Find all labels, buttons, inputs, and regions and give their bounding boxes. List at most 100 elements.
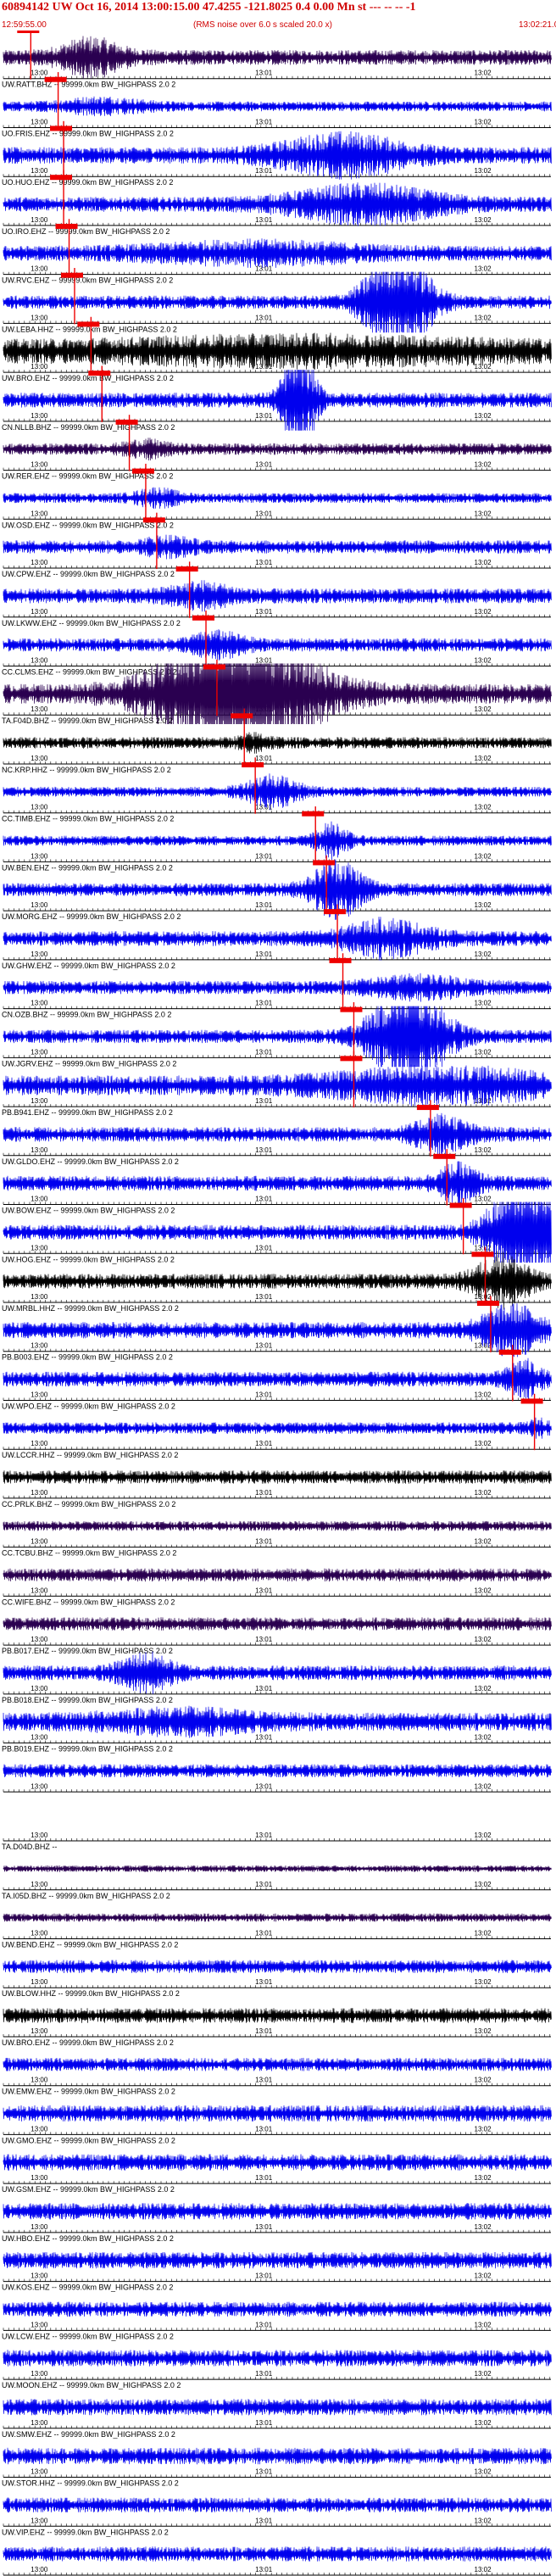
- time-tick-label: 13:01: [255, 2370, 273, 2378]
- pick-marker: [340, 1006, 363, 1012]
- time-tick-label: 13:00: [31, 1391, 48, 1398]
- trace-label: TA.I05D.BHZ -- 99999.0km BW_HIGHPASS 2.0…: [2, 1892, 170, 1900]
- time-tick-label: 13:01: [255, 2077, 273, 2084]
- time-tick-label: 13:01: [255, 167, 273, 175]
- waveform: [3, 773, 552, 811]
- time-tick-label: 13:02: [475, 461, 492, 469]
- time-tick-label: 13:01: [255, 265, 273, 273]
- pick-marker: [44, 76, 67, 82]
- pick-marker: [50, 175, 73, 181]
- waveform: [3, 238, 552, 269]
- waveform: [3, 332, 552, 370]
- time-tick-label: 13:01: [255, 2223, 273, 2231]
- waveform: [3, 36, 552, 80]
- trace-label: PB.B017.EHZ -- 99999.0km BW_HIGHPASS 2.0…: [2, 1647, 173, 1655]
- time-tick-label: 13:00: [31, 657, 48, 665]
- pick-marker: [471, 1252, 494, 1257]
- time-tick-label: 13:01: [255, 559, 273, 566]
- time-tick-label: 13:00: [31, 216, 48, 224]
- time-tick-label: 13:00: [31, 2174, 48, 2182]
- time-tick-label: 13:02: [475, 70, 492, 77]
- waveform: [3, 2105, 552, 2122]
- time-tick-label: 13:01: [255, 2517, 273, 2524]
- trace-label: PB.B941.EHZ -- 99999.0km BW_HIGHPASS 2.0…: [2, 1108, 173, 1117]
- time-tick-label: 13:01: [255, 2566, 273, 2573]
- trace-label: UW.BOW.EHZ -- 99999.0km BW_HIGHPASS 2.0 …: [2, 1207, 175, 1215]
- time-tick-label: 13:01: [255, 1391, 273, 1398]
- time-tick-label: 13:00: [31, 1293, 48, 1301]
- time-tick-label: 13:01: [255, 1538, 273, 1546]
- trace-label: UW.RVC.EHZ -- 99999.0km BW_HIGHPASS 2.0 …: [2, 276, 173, 285]
- trace-label: UW.MORG.EHZ -- 99999.0km BW_HIGHPASS 2.0…: [2, 912, 181, 921]
- time-tick-label: 13:02: [475, 804, 492, 811]
- trace-label: CC.CLMS.EHZ -- 99999.0km BW_HIGHPASS 2.0…: [2, 668, 177, 677]
- time-tick-label: 13:02: [475, 2517, 492, 2524]
- pick-marker: [520, 1398, 543, 1404]
- trace-label: CN.NLLB.BHZ -- 99999.0km BW_HIGHPASS 2.0…: [2, 423, 175, 432]
- time-tick-label: 13:01: [255, 1097, 273, 1105]
- trace-label: UW.BEND.EHZ -- 99999.0km BW_HIGHPASS 2.0…: [2, 1941, 178, 1949]
- waveform: [3, 2057, 552, 2071]
- time-tick-label: 13:02: [475, 1636, 492, 1643]
- time-tick-label: 13:00: [31, 1196, 48, 1203]
- time-tick-label: 13:02: [475, 2321, 492, 2328]
- pick-marker: [302, 811, 325, 817]
- time-tick-label: 13:01: [255, 755, 273, 762]
- time-tick-label: 13:02: [475, 2566, 492, 2573]
- time-tick-label: 13:02: [475, 755, 492, 762]
- time-tick-label: 13:00: [31, 1881, 48, 1888]
- time-tick-label: 13:02: [475, 2125, 492, 2133]
- trace-label: UW.GSM.EHZ -- 99999.0km BW_HIGHPASS 2.0 …: [2, 2185, 175, 2194]
- time-tick-label: 13:01: [255, 1048, 273, 1056]
- trace-label: CC.TIMB.EHZ -- 99999.0km BW_HIGHPASS 2.0…: [2, 815, 174, 823]
- time-tick-label: 13:01: [255, 1978, 273, 1986]
- trace-label: UW.LCCR.HHZ -- 99999.0km BW_HIGHPASS 2.0…: [2, 1451, 178, 1459]
- time-tick-label: 13:02: [475, 852, 492, 860]
- time-tick-label: 13:02: [475, 1881, 492, 1888]
- waveform: [3, 1161, 552, 1206]
- start-time: 12:59:55.00: [2, 20, 47, 30]
- pick-marker: [131, 468, 154, 474]
- waveform: [3, 629, 552, 661]
- trace-label: UW.MRBL.HHZ -- 99999.0km BW_HIGHPASS 2.0…: [2, 1304, 179, 1313]
- pick-marker: [203, 664, 225, 670]
- time-tick-label: 13:01: [255, 1489, 273, 1497]
- time-tick-label: 13:01: [255, 1000, 273, 1007]
- time-tick-label: 13:00: [31, 70, 48, 77]
- trace-label: UW.BRO.EHZ -- 99999.0km BW_HIGHPASS 2.0 …: [2, 2038, 174, 2047]
- pick-marker: [175, 566, 198, 572]
- waveform: [3, 821, 552, 861]
- time-tick-label: 13:02: [475, 118, 492, 125]
- trace-label: CC.PRLK.BHZ -- 99999.0km BW_HIGHPASS 2.0…: [2, 1500, 175, 1508]
- time-tick-label: 13:02: [475, 216, 492, 224]
- time-tick-label: 13:01: [255, 2468, 273, 2476]
- time-tick-label: 13:00: [31, 2517, 48, 2524]
- time-tick-label: 13:01: [255, 1685, 273, 1692]
- time-tick-label: 13:02: [475, 1930, 492, 1938]
- waveform: [3, 534, 552, 560]
- waveform: [3, 1960, 552, 1974]
- waveform: [3, 131, 552, 180]
- trace-label: TA.D04D.BHZ --: [2, 1843, 57, 1851]
- time-tick-label: 13:01: [255, 216, 273, 224]
- time-tick-label: 13:02: [475, 1000, 492, 1007]
- time-tick-label: 13:02: [475, 167, 492, 175]
- waveform: [3, 2497, 552, 2513]
- pick-marker: [17, 31, 40, 33]
- time-tick-label: 13:00: [31, 1000, 48, 1007]
- time-tick-label: 13:01: [255, 2125, 273, 2133]
- time-tick-label: 13:00: [31, 363, 48, 371]
- time-tick-label: 13:00: [31, 559, 48, 566]
- time-tick-label: 13:02: [475, 2174, 492, 2182]
- time-tick-label: 13:00: [31, 804, 48, 811]
- pick-marker: [498, 1349, 521, 1355]
- time-tick-label: 13:01: [255, 2027, 273, 2035]
- time-tick-label: 13:02: [475, 2272, 492, 2280]
- waveform: [3, 1358, 552, 1401]
- pick-marker: [329, 957, 352, 963]
- waveform: [3, 1063, 552, 1107]
- trace-label: UW.GMO.EHZ -- 99999.0km BW_HIGHPASS 2.0 …: [2, 2136, 175, 2144]
- waveform: [3, 973, 552, 1002]
- pick-marker: [77, 321, 100, 327]
- trace-label: UW.CPW.EHZ -- 99999.0km BW_HIGHPASS 2.0 …: [2, 570, 175, 578]
